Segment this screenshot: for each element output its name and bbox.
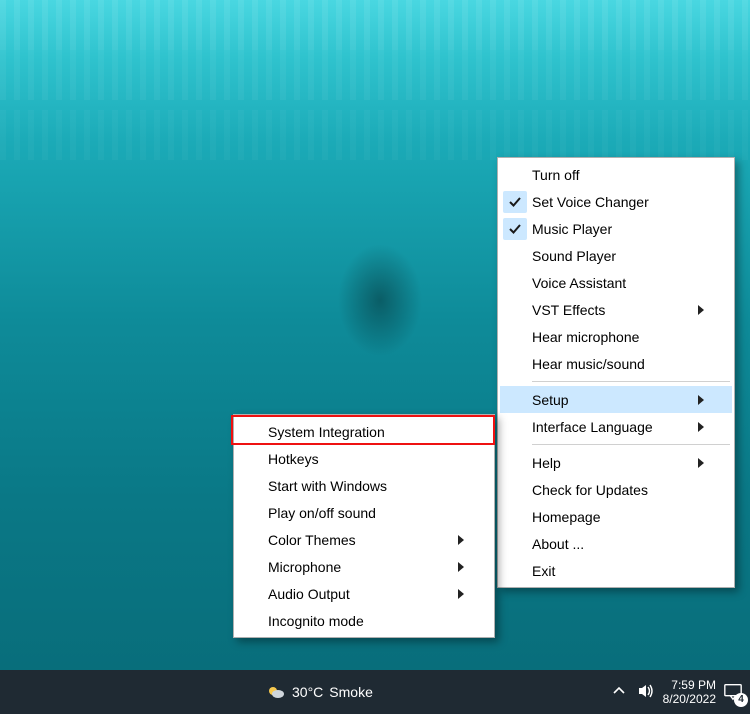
submenu-arrow-icon: [694, 422, 708, 432]
menu-item-label: Audio Output: [266, 586, 454, 602]
setup-submenu[interactable]: System Integration Hotkeys Start with Wi…: [233, 414, 495, 638]
menu-item-label: Music Player: [530, 221, 694, 237]
menu-item-label: VST Effects: [530, 302, 694, 318]
weather-temp: 30°C: [292, 684, 323, 700]
menu-item-label: Hear music/sound: [530, 356, 694, 372]
menu-item-help[interactable]: Help: [500, 449, 732, 476]
submenu-item-audio-output[interactable]: Audio Output: [236, 580, 492, 607]
menu-item-label: Start with Windows: [266, 478, 454, 494]
taskbar[interactable]: 30°C Smoke 7:59 PM 8/20/2022: [0, 670, 750, 714]
menu-item-hear-music-sound[interactable]: Hear music/sound: [500, 350, 732, 377]
notification-badge: 4: [734, 693, 748, 707]
checkmark-icon: [500, 191, 530, 213]
tray-context-menu[interactable]: Turn off Set Voice Changer Music Player …: [497, 157, 735, 588]
menu-item-homepage[interactable]: Homepage: [500, 503, 732, 530]
menu-item-label: Hotkeys: [266, 451, 454, 467]
menu-item-music-player[interactable]: Music Player: [500, 215, 732, 242]
menu-item-label: Set Voice Changer: [530, 194, 694, 210]
weather-desc: Smoke: [329, 684, 373, 700]
menu-item-label: Play on/off sound: [266, 505, 454, 521]
menu-item-label: Check for Updates: [530, 482, 694, 498]
submenu-arrow-icon: [694, 458, 708, 468]
menu-item-set-voice-changer[interactable]: Set Voice Changer: [500, 188, 732, 215]
submenu-item-system-integration[interactable]: System Integration: [236, 418, 492, 445]
menu-item-voice-assistant[interactable]: Voice Assistant: [500, 269, 732, 296]
menu-item-about[interactable]: About ...: [500, 530, 732, 557]
weather-icon: [266, 682, 286, 702]
menu-item-check-updates[interactable]: Check for Updates: [500, 476, 732, 503]
menu-item-label: Color Themes: [266, 532, 454, 548]
menu-item-label: About ...: [530, 536, 694, 552]
menu-item-exit[interactable]: Exit: [500, 557, 732, 584]
menu-item-label: Microphone: [266, 559, 454, 575]
tray-overflow-icon[interactable]: [613, 684, 625, 700]
wallpaper-ripple: [0, 110, 750, 160]
submenu-item-hotkeys[interactable]: Hotkeys: [236, 445, 492, 472]
menu-separator: [532, 444, 730, 445]
menu-item-setup[interactable]: Setup: [500, 386, 732, 413]
checkmark-icon: [500, 218, 530, 240]
system-tray[interactable]: [613, 682, 655, 703]
taskbar-clock[interactable]: 7:59 PM 8/20/2022: [663, 678, 716, 706]
taskbar-weather[interactable]: 30°C Smoke: [266, 682, 373, 702]
menu-item-label: Sound Player: [530, 248, 694, 264]
menu-item-turn-off[interactable]: Turn off: [500, 161, 732, 188]
submenu-item-start-with-windows[interactable]: Start with Windows: [236, 472, 492, 499]
submenu-arrow-icon: [454, 589, 468, 599]
menu-item-vst-effects[interactable]: VST Effects: [500, 296, 732, 323]
menu-item-label: Homepage: [530, 509, 694, 525]
submenu-arrow-icon: [694, 305, 708, 315]
clock-date: 8/20/2022: [663, 692, 716, 706]
submenu-arrow-icon: [454, 535, 468, 545]
menu-item-label: Help: [530, 455, 694, 471]
menu-item-label: Turn off: [530, 167, 694, 183]
menu-item-label: Voice Assistant: [530, 275, 694, 291]
menu-item-interface-language[interactable]: Interface Language: [500, 413, 732, 440]
wallpaper-ripple: [0, 50, 750, 100]
submenu-arrow-icon: [454, 562, 468, 572]
menu-item-sound-player[interactable]: Sound Player: [500, 242, 732, 269]
menu-item-label: Interface Language: [530, 419, 694, 435]
menu-item-hear-microphone[interactable]: Hear microphone: [500, 323, 732, 350]
clock-time: 7:59 PM: [671, 678, 716, 692]
menu-item-label: Setup: [530, 392, 694, 408]
menu-item-label: Incognito mode: [266, 613, 454, 629]
submenu-arrow-icon: [694, 395, 708, 405]
menu-item-label: Exit: [530, 563, 694, 579]
submenu-item-play-onoff-sound[interactable]: Play on/off sound: [236, 499, 492, 526]
menu-separator: [532, 381, 730, 382]
desktop-wallpaper: Turn off Set Voice Changer Music Player …: [0, 0, 750, 714]
speaker-icon[interactable]: [637, 682, 655, 703]
submenu-item-microphone[interactable]: Microphone: [236, 553, 492, 580]
menu-item-label: System Integration: [266, 424, 454, 440]
menu-item-label: Hear microphone: [530, 329, 694, 345]
action-center-icon[interactable]: 4: [722, 681, 744, 703]
submenu-item-color-themes[interactable]: Color Themes: [236, 526, 492, 553]
wallpaper-ripple: [0, 0, 750, 50]
submenu-item-incognito-mode[interactable]: Incognito mode: [236, 607, 492, 634]
